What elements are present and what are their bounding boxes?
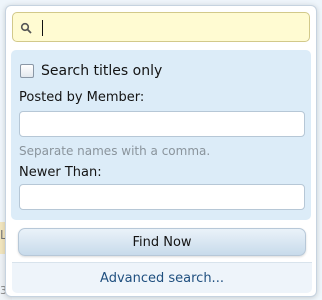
posted-by-member-input[interactable] [19,111,305,137]
search-icon [20,22,32,34]
search-box[interactable] [12,12,310,42]
search-popup: Search titles only Posted by Member: Sep… [5,5,317,297]
find-now-button[interactable]: Find Now [18,228,306,256]
newer-than-input[interactable] [19,184,305,210]
titles-only-checkbox[interactable] [20,64,34,78]
newer-than-label: Newer Than: [19,165,102,180]
posted-by-hint: Separate names with a comma. [19,144,211,158]
posted-by-label: Posted by Member: [19,90,145,105]
search-options-panel: Search titles only Posted by Member: Sep… [11,50,311,220]
text-cursor [42,20,43,36]
titles-only-option[interactable]: Search titles only [20,62,162,80]
search-input[interactable] [39,16,303,38]
advanced-search-link[interactable]: Advanced search... [12,262,312,293]
titles-only-label: Search titles only [41,63,163,79]
